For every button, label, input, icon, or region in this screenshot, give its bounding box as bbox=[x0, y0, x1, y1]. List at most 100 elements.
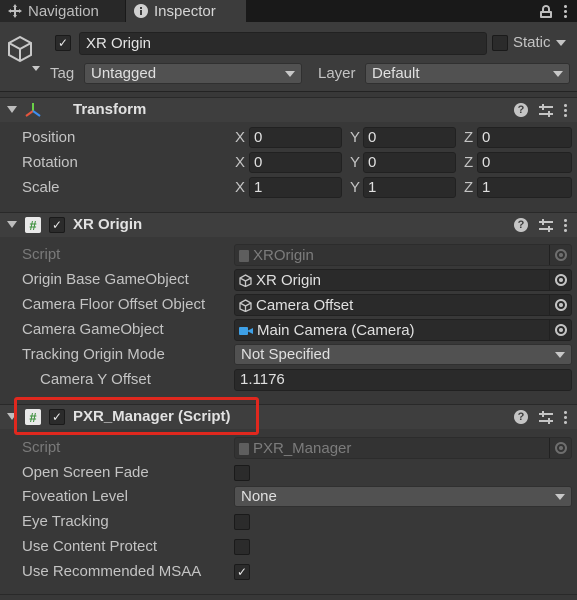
transform-rotation-row: Rotation X 0 Y 0 Z 0 bbox=[0, 151, 577, 176]
xr-origin-script-row: Script XROrigin bbox=[0, 243, 577, 268]
origin-base-value: XR Origin bbox=[256, 272, 322, 289]
origin-base-label: Origin Base GameObject bbox=[22, 271, 189, 288]
static-checkbox[interactable] bbox=[492, 34, 508, 51]
foveation-level-value: None bbox=[241, 488, 277, 505]
foveation-level-dropdown[interactable]: None bbox=[234, 486, 572, 507]
object-picker-icon bbox=[554, 274, 567, 286]
divider bbox=[0, 594, 577, 595]
tracking-origin-mode-dropdown[interactable]: Not Specified bbox=[234, 344, 572, 365]
script-label: Script bbox=[22, 246, 61, 263]
rotation-z-field[interactable]: 0 bbox=[477, 152, 572, 173]
presets-icon[interactable] bbox=[539, 410, 553, 424]
layer-dropdown[interactable]: Default bbox=[365, 63, 570, 84]
object-picker-icon bbox=[554, 324, 567, 336]
x-axis-label: X bbox=[235, 179, 246, 196]
use-recommended-msaa-checkbox[interactable]: ✓ bbox=[234, 564, 250, 580]
component-menu-icon[interactable] bbox=[564, 103, 567, 117]
rotation-x-field[interactable]: 0 bbox=[249, 152, 342, 173]
pxr-manager-script-field: PXR_Manager bbox=[234, 437, 572, 459]
rotation-y-field[interactable]: 0 bbox=[363, 152, 456, 173]
rotation-label: Rotation bbox=[22, 154, 78, 171]
tracking-origin-mode-value: Not Specified bbox=[241, 346, 331, 363]
camera-floor-offset-row: Camera Floor Offset Object Camera Offset bbox=[0, 293, 577, 318]
object-header: ✓ XR Origin Static Tag Untagged Layer De… bbox=[0, 22, 577, 92]
tab-bar: Navigation Inspector bbox=[0, 0, 577, 22]
eye-tracking-row: Eye Tracking bbox=[0, 510, 577, 535]
open-screen-fade-label: Open Screen Fade bbox=[22, 464, 149, 481]
gameobject-cube-icon bbox=[239, 274, 252, 287]
use-content-protect-row: Use Content Protect bbox=[0, 535, 577, 560]
tab-inspector-label: Inspector bbox=[154, 2, 216, 20]
info-icon bbox=[134, 4, 148, 18]
tab-navigation[interactable]: Navigation bbox=[0, 0, 126, 22]
tag-label: Tag bbox=[50, 65, 75, 82]
x-axis-label: X bbox=[235, 129, 246, 146]
camera-floor-offset-label: Camera Floor Offset Object bbox=[22, 296, 206, 313]
origin-base-row: Origin Base GameObject XR Origin bbox=[0, 268, 577, 293]
navigation-icon bbox=[8, 4, 22, 18]
position-label: Position bbox=[22, 129, 76, 146]
camera-y-offset-field[interactable]: 1.1176 bbox=[234, 369, 572, 391]
transform-axes-icon bbox=[25, 103, 41, 117]
object-picker-button[interactable] bbox=[549, 270, 571, 290]
tag-dropdown[interactable]: Untagged bbox=[84, 63, 302, 84]
lock-icon[interactable] bbox=[540, 4, 552, 18]
origin-base-field[interactable]: XR Origin bbox=[234, 269, 572, 291]
object-picker-icon bbox=[554, 299, 567, 311]
scale-label: Scale bbox=[22, 179, 60, 196]
tab-inspector[interactable]: Inspector bbox=[126, 0, 246, 22]
layer-value: Default bbox=[372, 65, 420, 82]
position-z-field[interactable]: 0 bbox=[477, 127, 572, 148]
object-name-field[interactable]: XR Origin bbox=[79, 32, 487, 55]
component-menu-icon[interactable] bbox=[564, 410, 567, 424]
chevron-down-icon bbox=[555, 493, 565, 500]
xr-origin-title: XR Origin bbox=[73, 216, 143, 233]
presets-icon[interactable] bbox=[539, 103, 553, 117]
help-icon[interactable]: ? bbox=[514, 103, 528, 117]
pxr-manager-script-row: Script PXR_Manager bbox=[0, 436, 577, 461]
z-axis-label: Z bbox=[464, 129, 474, 146]
more-options-icon[interactable] bbox=[564, 4, 567, 18]
object-active-checkbox[interactable]: ✓ bbox=[55, 35, 71, 51]
xr-origin-enabled-checkbox[interactable]: ✓ bbox=[49, 217, 65, 233]
eye-tracking-checkbox[interactable] bbox=[234, 514, 250, 530]
scale-x-field[interactable]: 1 bbox=[249, 177, 342, 198]
camera-floor-offset-field[interactable]: Camera Offset bbox=[234, 294, 572, 316]
script-icon: # bbox=[25, 217, 41, 233]
xr-origin-header[interactable]: # ✓ XR Origin ? bbox=[0, 212, 577, 237]
position-y-field[interactable]: 0 bbox=[363, 127, 456, 148]
object-picker-button bbox=[549, 245, 571, 265]
chevron-down-icon bbox=[285, 70, 295, 77]
y-axis-label: Y bbox=[350, 129, 361, 146]
transform-header[interactable]: Transform ? bbox=[0, 97, 577, 122]
object-picker-button[interactable] bbox=[549, 320, 571, 340]
open-screen-fade-checkbox[interactable] bbox=[234, 465, 250, 481]
camera-gameobject-field[interactable]: Main Camera (Camera) bbox=[234, 319, 572, 341]
component-menu-icon[interactable] bbox=[564, 218, 567, 232]
presets-icon[interactable] bbox=[539, 218, 553, 232]
transform-scale-row: Scale X 1 Y 1 Z 1 bbox=[0, 176, 577, 201]
fold-arrow-icon[interactable] bbox=[7, 221, 17, 228]
scale-z-field[interactable]: 1 bbox=[477, 177, 572, 198]
xr-origin-script-field: XROrigin bbox=[234, 244, 572, 266]
use-content-protect-checkbox[interactable] bbox=[234, 539, 250, 555]
tracking-origin-mode-row: Tracking Origin Mode Not Specified bbox=[0, 343, 577, 368]
use-recommended-msaa-label: Use Recommended MSAA bbox=[22, 563, 202, 580]
foveation-level-label: Foveation Level bbox=[22, 488, 128, 505]
static-toggle[interactable]: Static bbox=[492, 34, 566, 51]
object-picker-icon bbox=[554, 442, 567, 454]
object-picker-button[interactable] bbox=[549, 295, 571, 315]
tag-value: Untagged bbox=[91, 65, 157, 82]
y-axis-label: Y bbox=[350, 154, 361, 171]
camera-gameobject-row: Camera GameObject Main Camera (Camera) bbox=[0, 318, 577, 343]
gameobject-cube-icon bbox=[8, 35, 40, 71]
fold-arrow-icon[interactable] bbox=[7, 106, 17, 113]
position-x-field[interactable]: 0 bbox=[249, 127, 342, 148]
help-icon[interactable]: ? bbox=[514, 218, 528, 232]
xr-origin-script-value: XROrigin bbox=[253, 247, 314, 264]
static-dropdown-icon[interactable] bbox=[555, 39, 566, 46]
use-content-protect-label: Use Content Protect bbox=[22, 538, 158, 555]
help-icon[interactable]: ? bbox=[514, 410, 528, 424]
tab-navigation-label: Navigation bbox=[28, 2, 99, 20]
scale-y-field[interactable]: 1 bbox=[363, 177, 456, 198]
